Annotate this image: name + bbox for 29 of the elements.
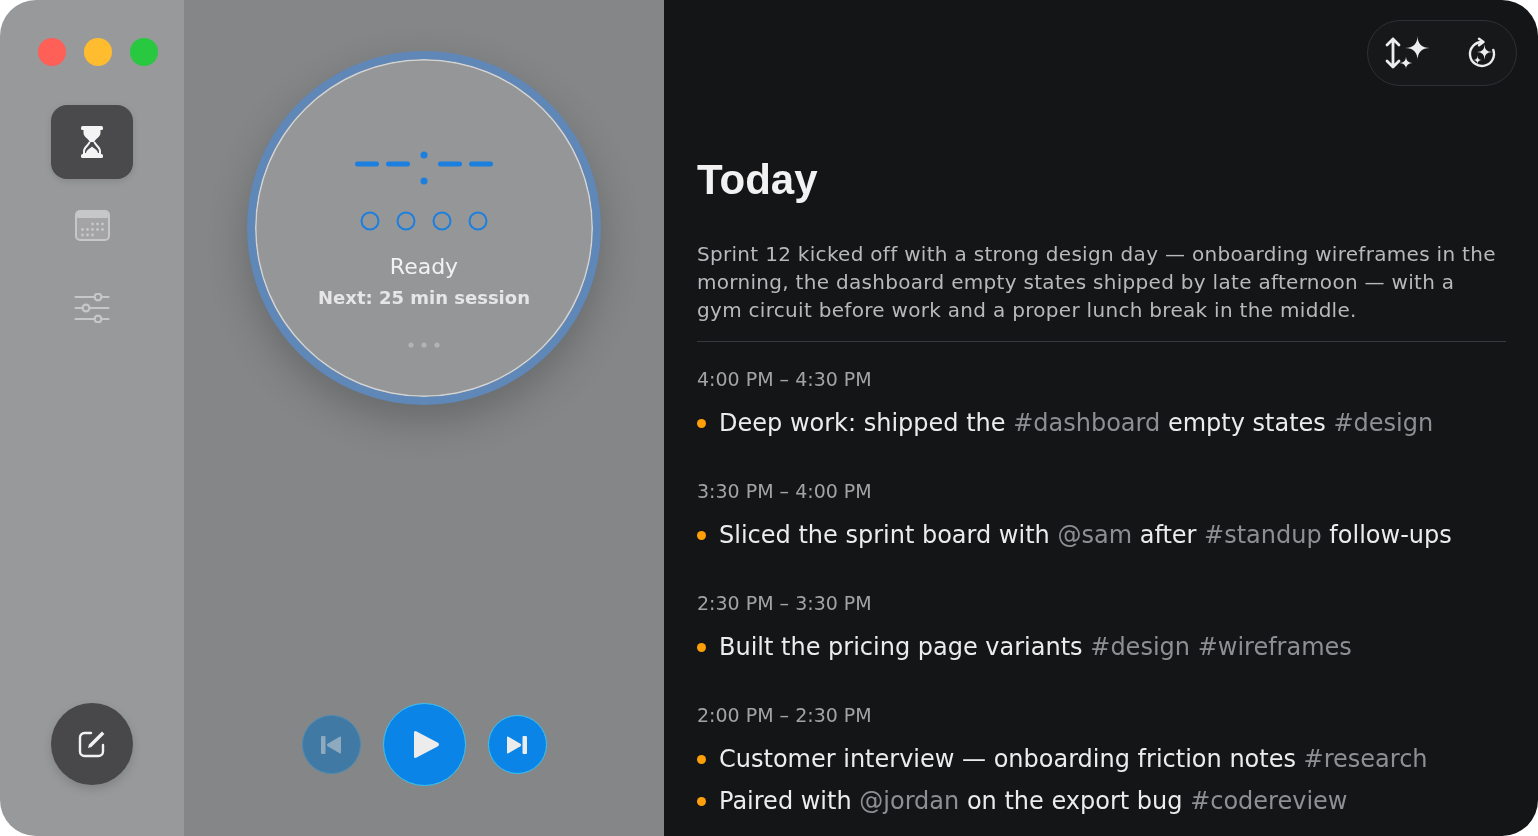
log-entry: Sliced the sprint board with @sam after #standup follow-ups <box>719 520 1452 551</box>
log-entry: Deep work: shipped the #dashboard empty states #design <box>719 408 1434 439</box>
sidebar-tab[interactable] <box>51 105 133 179</box>
log-entry: Customer interview — onboarding friction notes #research <box>719 744 1428 775</box>
log-entry: Paired with @jordan on the export bug #codereview <box>719 786 1348 817</box>
page-title: Today <box>697 156 819 204</box>
minimize-button[interactable] <box>84 38 112 66</box>
bullet-icon <box>697 530 706 540</box>
day-summary: Sprint 12 kicked off with a strong design day — onboarding wireframes in the morning, the dashboard empty states shipped by late afternoon — with a gym circuit before work and a proper lunch break in the middle. <box>697 241 1497 324</box>
time-range: 3:30 PM – 4:00 PM <box>697 479 873 503</box>
log-entry: Built the pricing page variants #design #wireframes <box>719 632 1352 663</box>
page-dots-icon <box>408 342 440 348</box>
hourglass-icon <box>81 126 103 158</box>
skip-forward-icon <box>507 735 527 754</box>
calendar-icon <box>74 209 110 241</box>
time-range: 2:00 PM – 2:30 PM <box>697 703 873 727</box>
bullet-icon <box>697 642 706 652</box>
sliders-icon <box>74 293 110 323</box>
bullet-icon <box>697 796 706 806</box>
circular-arrow-sparkle-icon <box>1466 37 1498 69</box>
status-label: Ready <box>389 254 459 280</box>
play-icon <box>412 730 440 759</box>
bullet-icon <box>697 418 706 428</box>
next-session-label: Next: 25 min session <box>318 287 530 309</box>
time-range: 2:30 PM – 3:30 PM <box>697 591 873 615</box>
skip-back-icon <box>321 735 341 754</box>
bullet-icon <box>697 754 706 764</box>
dashed-time-icon <box>355 150 493 186</box>
time-range: 4:00 PM – 4:30 PM <box>697 367 873 391</box>
